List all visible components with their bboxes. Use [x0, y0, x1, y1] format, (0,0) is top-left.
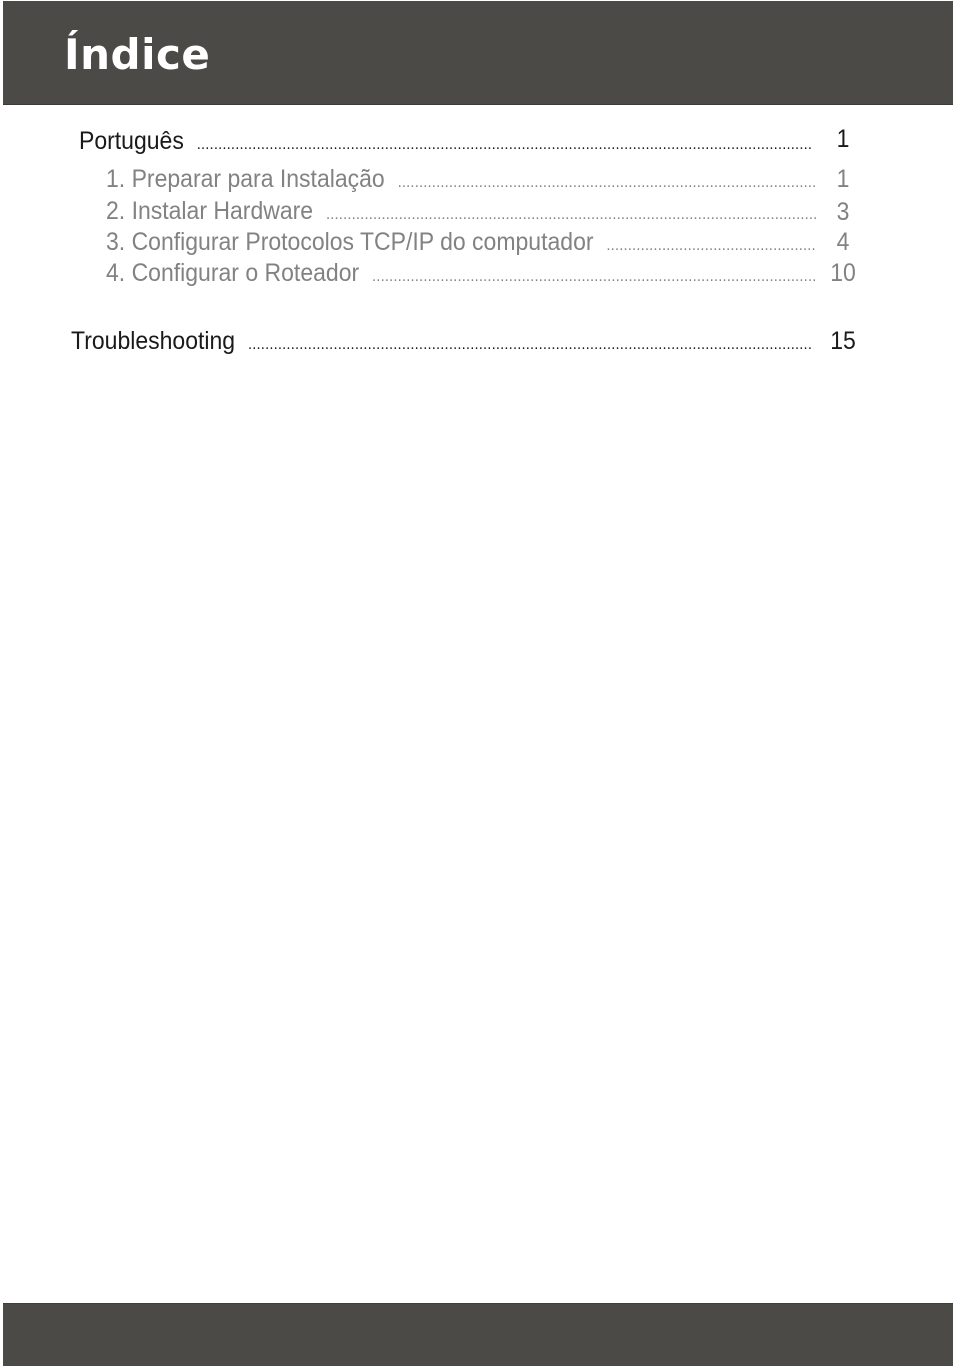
toc-entry-configurar-tcpip[interactable]: 3. Configurar Protocolos TCP/IP do compu… — [106, 227, 820, 257]
toc-page-number: 1 — [836, 125, 850, 153]
dot-leader — [248, 334, 813, 356]
header-band: Índice — [3, 1, 953, 105]
toc-page-number: 1 — [836, 165, 850, 193]
toc-entry-troubleshooting[interactable]: Troubleshooting — [71, 326, 817, 356]
footer-band — [3, 1303, 953, 1366]
toc-page-number: 4 — [836, 228, 850, 256]
dot-leader — [326, 204, 816, 226]
toc-entry-instalar-hardware[interactable]: 2. Instalar Hardware — [106, 196, 820, 226]
toc-entry-label: 2. Instalar Hardware — [106, 197, 314, 225]
toc-entry-portugues[interactable]: Português — [79, 126, 817, 156]
toc-entry-configurar-roteador[interactable]: 4. Configurar o Roteador — [106, 258, 820, 288]
dot-leader — [197, 134, 813, 156]
toc-entry-label: Troubleshooting — [71, 327, 236, 355]
page-title: Índice — [64, 30, 211, 79]
toc-entry-label: 1. Preparar para Instalação — [106, 165, 385, 193]
dot-leader — [398, 172, 817, 194]
toc-entry-label: Português — [79, 127, 184, 155]
toc-entry-preparar-instalacao[interactable]: 1. Preparar para Instalação — [106, 164, 820, 194]
toc-entry-label: 4. Configurar o Roteador — [106, 259, 360, 287]
toc-page-number: 10 — [830, 259, 856, 287]
toc-entry-label: 3. Configurar Protocolos TCP/IP do compu… — [106, 228, 594, 256]
dot-leader — [372, 266, 816, 288]
dot-leader — [606, 235, 816, 257]
toc-page-number: 15 — [830, 327, 856, 355]
toc-page-number: 3 — [836, 198, 850, 226]
